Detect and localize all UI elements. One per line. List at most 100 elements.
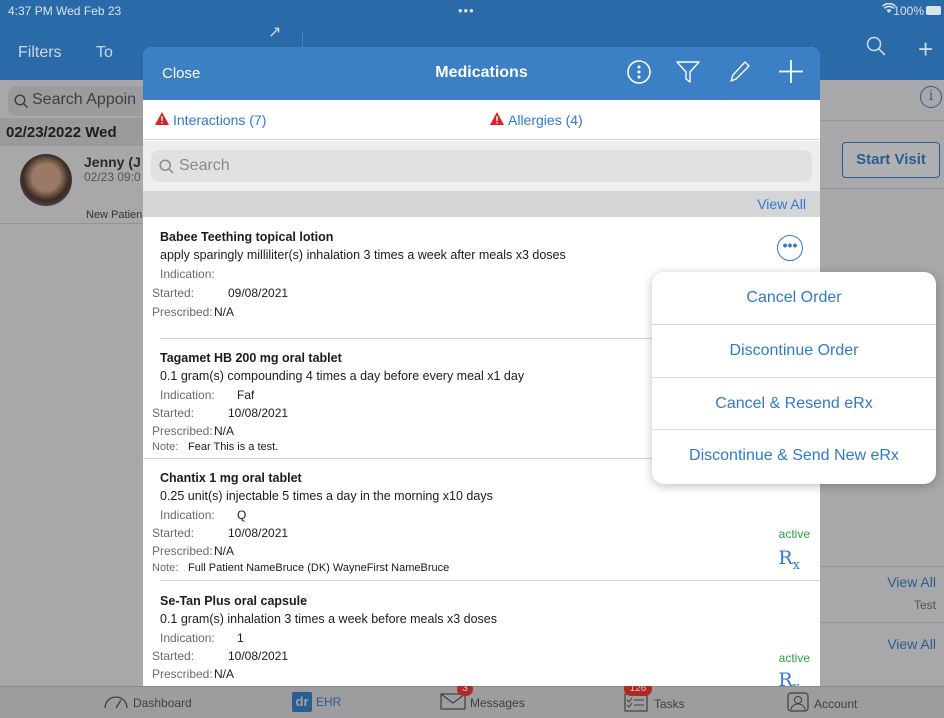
test-label: Test: [913, 598, 936, 612]
order-actions-popover: Cancel Order Discontinue Order Cancel & …: [652, 272, 936, 484]
search-icon: [159, 159, 174, 179]
discontinue-order-button[interactable]: Discontinue Order: [652, 325, 936, 377]
divider: [820, 188, 944, 189]
status-badge: active: [778, 651, 810, 665]
avatar: [20, 154, 72, 206]
search-icon[interactable]: [866, 36, 886, 61]
tab-messages[interactable]: Messages: [440, 692, 525, 713]
interactions-label: Interactions (7): [173, 112, 267, 128]
cancel-order-button[interactable]: Cancel Order: [652, 272, 936, 324]
started-label: Started:: [152, 406, 195, 420]
battery-icon: [926, 6, 941, 15]
account-icon: [786, 692, 810, 715]
medication-name: Se-Tan Plus oral capsule: [160, 594, 308, 608]
prescribed-label: Prescribed:: [152, 305, 213, 319]
prescribed-value: N/A: [214, 667, 235, 681]
info-icon[interactable]: i: [920, 86, 942, 108]
indication-value: 1: [237, 631, 244, 645]
view-all-bar: View All: [143, 191, 820, 217]
modal-title: Medications: [435, 64, 528, 81]
prescribed-value: N/A: [214, 424, 235, 438]
search-icon: [14, 94, 28, 113]
indication-label: Indication:: [160, 388, 215, 402]
status-bar: 4:37 PM Wed Feb 23 ••• 100%: [0, 0, 944, 22]
tab-tasks-label: Tasks: [654, 696, 685, 711]
view-all-link[interactable]: View All: [887, 574, 936, 590]
filters-button[interactable]: Filters: [18, 44, 62, 62]
erx-symbol: R: [778, 547, 793, 569]
indication-value: Q: [237, 508, 247, 522]
appointment-type: New Patien: [86, 209, 143, 221]
medication-name: Chantix 1 mg oral tablet: [160, 471, 302, 485]
erx-icon[interactable]: Rx: [778, 547, 800, 573]
close-button[interactable]: Close: [162, 65, 200, 82]
divider: [820, 566, 944, 567]
add-plus-icon[interactable]: [777, 56, 805, 91]
indication-value: Faf: [237, 388, 255, 402]
started-label: Started:: [152, 286, 195, 300]
prescribed-value: N/A: [214, 544, 235, 558]
tab-ehr-label: EHR: [316, 695, 342, 709]
view-all-link[interactable]: View All: [757, 196, 806, 212]
appointment-patient-name: Jenny (J: [84, 154, 141, 170]
medication-name: Babee Teething topical lotion: [160, 230, 334, 244]
more-vertical-icon[interactable]: [626, 59, 652, 90]
note-label: Note:: [152, 441, 179, 453]
started-date: 10/08/2021: [228, 526, 289, 540]
allergies-label: Allergies (4): [508, 112, 583, 128]
medication-sig: 0.25 unit(s) injectable 5 times a day in…: [160, 489, 493, 503]
multitasking-dots-icon[interactable]: •••: [458, 3, 475, 18]
divider: [820, 120, 944, 121]
tab-messages-label: Messages: [470, 695, 525, 710]
erx-icon[interactable]: Rx: [778, 669, 800, 686]
edit-pencil-icon[interactable]: [727, 59, 751, 90]
divider: [820, 622, 944, 623]
view-all-link[interactable]: View All: [887, 636, 936, 652]
tab-ehr[interactable]: dr EHR: [292, 692, 341, 712]
tab-account[interactable]: Account: [786, 692, 857, 715]
medication-search-input[interactable]: [179, 152, 799, 180]
appointment-time: 02/23 09:0: [84, 170, 141, 184]
note-value: Fear This is a test.: [188, 441, 279, 453]
started-label: Started:: [152, 649, 195, 663]
modal-header: Medications Close: [143, 47, 820, 100]
battery-percent: 100%: [893, 4, 924, 18]
started-date: 10/08/2021: [228, 406, 289, 420]
medication-sig: 0.1 gram(s) compounding 4 times a day be…: [160, 369, 525, 383]
add-icon[interactable]: +: [918, 34, 933, 65]
alerts-row: Interactions (7) Allergies (4): [143, 100, 820, 140]
medication-name: Tagamet HB 200 mg oral tablet: [160, 351, 342, 365]
tab-account-label: Account: [814, 696, 858, 711]
dr-logo-icon: dr: [292, 692, 312, 712]
warning-icon: [155, 112, 169, 128]
today-button[interactable]: To: [96, 44, 113, 62]
tab-dashboard-label: Dashboard: [133, 695, 192, 710]
prescribed-label: Prescribed:: [152, 424, 213, 438]
note-value: Full Patient NameBruce (DK) WayneFirst N…: [188, 562, 450, 574]
tab-dashboard[interactable]: Dashboard: [103, 692, 192, 713]
medication-sig: 0.1 gram(s) inhalation 3 times a week be…: [160, 612, 497, 626]
cancel-resend-erx-button[interactable]: Cancel & Resend eRx: [652, 378, 936, 430]
search-box: [151, 150, 812, 182]
note-label: Note:: [152, 562, 179, 574]
started-date: 09/08/2021: [228, 286, 289, 300]
interactions-link[interactable]: Interactions (7): [155, 112, 266, 128]
discontinue-send-new-erx-button[interactable]: Discontinue & Send New eRx: [652, 430, 936, 482]
indication-label: Indication:: [160, 631, 215, 645]
medication-item[interactable]: Se-Tan Plus oral capsule 0.1 gram(s) inh…: [143, 581, 820, 686]
indication-label: Indication:: [160, 508, 215, 522]
start-visit-button[interactable]: Start Visit: [842, 142, 940, 178]
allergies-link[interactable]: Allergies (4): [490, 112, 583, 128]
prescribed-label: Prescribed:: [152, 667, 213, 681]
started-label: Started:: [152, 526, 195, 540]
started-date: 10/08/2021: [228, 649, 289, 663]
more-options-icon[interactable]: •••: [777, 235, 803, 261]
status-badge: active: [778, 527, 810, 541]
medication-sig: apply sparingly milliliter(s) inhalation…: [160, 248, 566, 262]
erx-symbol: R: [778, 669, 793, 686]
prescribed-label: Prescribed:: [152, 544, 213, 558]
filter-icon[interactable]: [675, 59, 701, 90]
dashboard-gauge-icon: [103, 692, 129, 713]
status-time: 4:37 PM Wed Feb 23: [8, 4, 122, 18]
share-arrow-icon[interactable]: ↗: [268, 22, 281, 42]
